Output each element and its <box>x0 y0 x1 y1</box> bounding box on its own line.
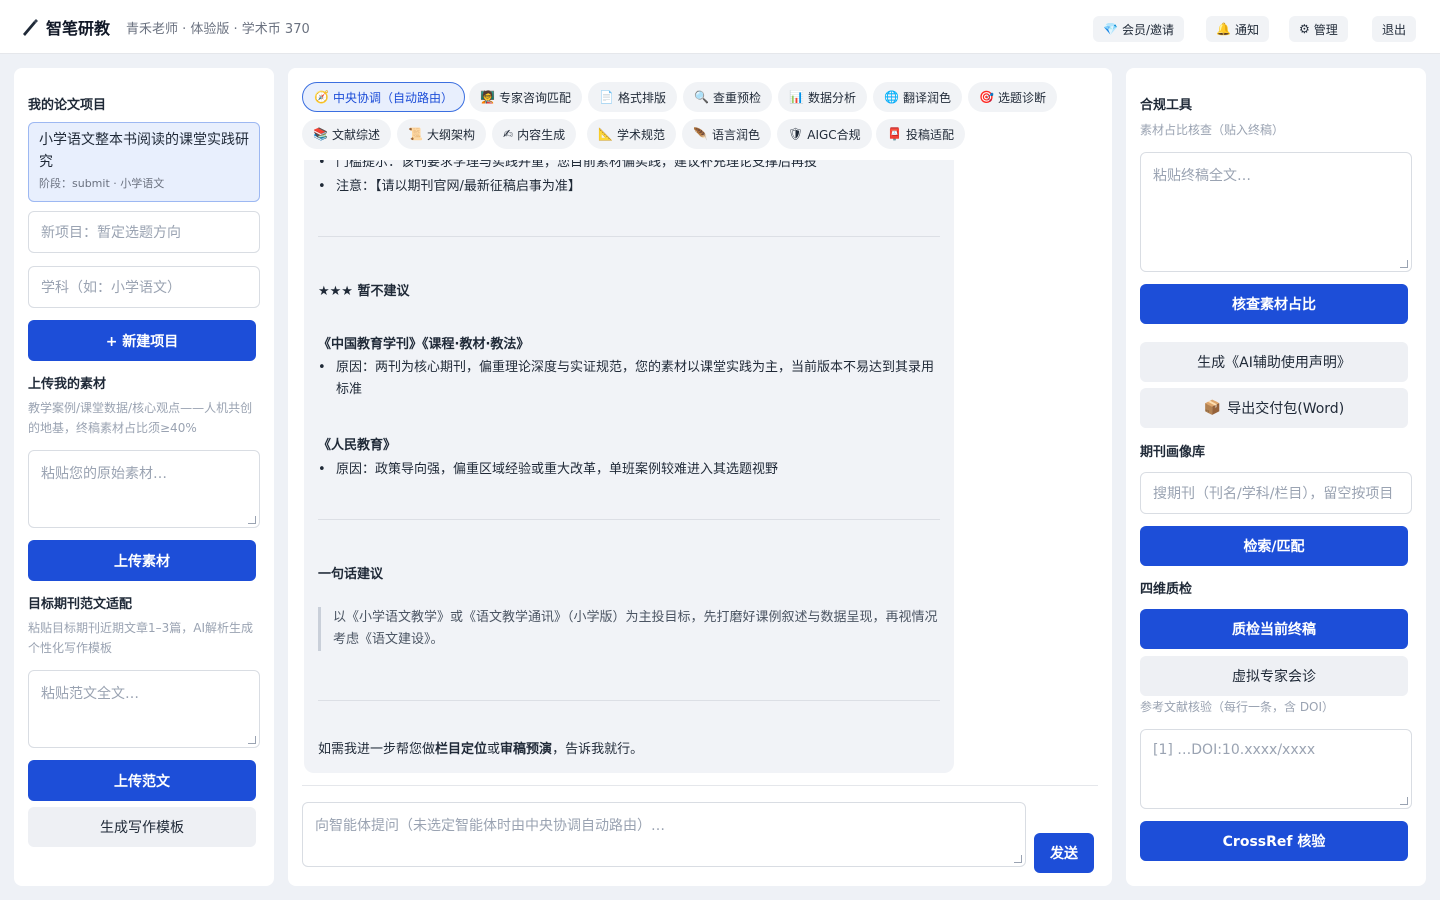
globe-icon: 🌐 <box>884 90 899 104</box>
admin-button[interactable]: ⚙ 管理 <box>1289 16 1348 42</box>
send-button[interactable]: 发送 <box>1034 833 1094 873</box>
magnifier-icon: 🔍 <box>694 90 709 104</box>
upload-description: 教学案例/课堂数据/核心观点——人机共创的地基，终稿素材占比须≥40% <box>28 401 253 435</box>
top-bar: 智笔研教 青禾老师 · 体验版 · 学术币 370 💎 会员/邀请 🔔 通知 ⚙… <box>0 0 1440 54</box>
export-package-button[interactable]: 📦 导出交付包(Word) <box>1140 388 1408 428</box>
follow-up-line: 如需我进一步帮您做栏目定位或审稿预演，告诉我就行。 <box>318 742 644 757</box>
logout-button[interactable]: 退出 <box>1372 16 1417 42</box>
upload-material-button[interactable]: 上传素材 <box>28 540 256 581</box>
tab-data-analysis[interactable]: 📊 数据分析 <box>778 82 867 112</box>
journal-reason-2: 原因：政策导向强，偏重区域经验或重大改革，单班案例较难进入其选题视野 <box>318 459 940 481</box>
summary-quote: 以《小学语文教学》或《语文教学通讯》（小学版）为主投目标，先打磨好课例叙述与数据… <box>318 607 940 651</box>
project-meta: 阶段：submit · 小学语文 <box>39 177 165 190</box>
notifications-button[interactable]: 🔔 通知 <box>1206 16 1269 42</box>
divider <box>318 700 940 701</box>
tab-topic-diagnosis[interactable]: 🎯 选题诊断 <box>968 82 1057 112</box>
compliance-heading: 合规工具 <box>1140 98 1193 113</box>
tab-translation[interactable]: 🌐 翻译润色 <box>873 82 962 112</box>
current-project-card[interactable]: 小学语文整本书阅读的课堂实践研究 阶段：submit · 小学语文 <box>28 122 260 202</box>
left-panel: 我的论文项目 小学语文整本书阅读的课堂实践研究 阶段：submit · 小学语文… <box>14 68 274 886</box>
question-input[interactable]: 向智能体提问（未选定智能体时由中央协调自动路由）… <box>302 802 1026 867</box>
scroll-icon: 📜 <box>408 127 423 141</box>
tab-language-polish[interactable]: 🪶 语言润色 <box>682 119 771 149</box>
journal-search-input[interactable]: 搜期刊（刊名/学科/栏目），留空按项目 <box>1140 472 1412 514</box>
composer-divider <box>302 785 1098 786</box>
new-project-input[interactable]: 新项目：暂定选题方向 <box>28 211 260 253</box>
reference-textarea[interactable]: [1] …DOI:10.xxxx/xxxx <box>1140 729 1412 809</box>
teacher-icon: 🧑‍🏫 <box>480 90 495 104</box>
material-textarea[interactable]: 粘贴您的原始素材… <box>28 450 260 528</box>
summary-heading: 一句话建议 <box>318 567 384 582</box>
project-title: 小学语文整本书阅读的课堂实践研究 <box>39 132 249 170</box>
tab-central-coordination[interactable]: 🧭 中央协调（自动路由） <box>302 82 465 112</box>
target-icon: 🎯 <box>979 90 994 104</box>
tab-submission-fit[interactable]: 📮 投稿适配 <box>876 119 965 149</box>
ruler-icon: 📐 <box>598 127 613 141</box>
projects-heading: 我的论文项目 <box>28 98 107 113</box>
tab-literature-review[interactable]: 📚 文献综述 <box>302 119 391 149</box>
note-line: 注意：【请以期刊官网/最新征稿启事为准】 <box>318 176 940 198</box>
divider <box>318 519 940 520</box>
threshold-hint: 门槛提示：该刊要求学理与实践并重，您目前素材偏实践，建议补充理论支撑后再投 <box>318 158 940 174</box>
ai-statement-button[interactable]: 生成《AI辅助使用声明》 <box>1140 342 1408 382</box>
gear-icon: ⚙ <box>1299 22 1310 36</box>
vip-invite-button[interactable]: 💎 会员/邀请 <box>1093 16 1184 42</box>
postbox-icon: 📮 <box>887 127 902 141</box>
chat-panel: 门槛提示：该刊要求学理与实践并重，您目前素材偏实践，建议补充理论支撑后再投 注意… <box>288 68 1112 886</box>
journal-title-1: 《中国教育学刊》《课程·教材·教法》 <box>318 337 530 352</box>
pen-icon <box>23 19 38 36</box>
target-journal-description: 粘贴目标期刊近期文章1–3篇，AI解析生成个性化写作模板 <box>28 621 254 655</box>
assistant-message: 门槛提示：该刊要求学理与实践并重，您目前素材偏实践，建议补充理论支撑后再投 注意… <box>304 158 954 773</box>
tab-plagiarism-check[interactable]: 🔍 查重预检 <box>683 82 772 112</box>
books-icon: 📚 <box>313 127 328 141</box>
tab-expert-match[interactable]: 🧑‍🏫 专家咨询匹配 <box>469 82 582 112</box>
tab-outline[interactable]: 📜 大纲架构 <box>397 119 486 149</box>
compass-icon: 🧭 <box>314 90 329 104</box>
journal-title-2: 《人民教育》 <box>318 438 397 453</box>
user-info: 青禾老师 · 体验版 · 学术币 370 <box>126 22 310 37</box>
target-journal-heading: 目标期刊范文适配 <box>28 597 133 612</box>
search-match-button[interactable]: 检索/匹配 <box>1140 526 1408 566</box>
tab-aigc-compliance[interactable]: 🛡 AIGC合规 <box>777 119 872 149</box>
brand: 智笔研教 <box>20 15 110 39</box>
quality-check-button[interactable]: 质检当前终稿 <box>1140 609 1408 649</box>
upload-heading: 上传我的素材 <box>28 377 107 392</box>
tab-content-generation[interactable]: ✍ 内容生成 <box>492 119 577 149</box>
quality-check-heading: 四维质检 <box>1140 582 1193 597</box>
final-draft-textarea[interactable]: 粘贴终稿全文… <box>1140 152 1412 272</box>
diamond-icon: 💎 <box>1103 22 1118 36</box>
subject-input[interactable]: 学科（如：小学语文） <box>28 266 260 308</box>
sample-textarea[interactable]: 粘贴范文全文… <box>28 670 260 748</box>
virtual-expert-button[interactable]: 虚拟专家会诊 <box>1140 656 1408 696</box>
shield-icon: 🛡 <box>788 127 804 141</box>
bell-icon: 🔔 <box>1216 22 1231 36</box>
package-icon: 📦 <box>1203 400 1222 416</box>
right-panel: 合规工具 素材占比核查（贴入终稿） 粘贴终稿全文… 核查素材占比 生成《AI辅助… <box>1126 68 1426 886</box>
crossref-verify-button[interactable]: CrossRef 核验 <box>1140 821 1408 861</box>
document-icon: 📄 <box>599 90 614 104</box>
brand-title: 智笔研教 <box>46 19 111 38</box>
reference-description: 参考文献核验（每行一条，含 DOI） <box>1140 700 1335 714</box>
journal-library-heading: 期刊画像库 <box>1140 445 1206 460</box>
writing-hand-icon: ✍ <box>503 127 514 141</box>
generate-template-button[interactable]: 生成写作模板 <box>28 807 256 847</box>
check-material-ratio-button[interactable]: 核查素材占比 <box>1140 284 1408 324</box>
tab-academic-norms[interactable]: 📐 学术规范 <box>587 119 676 149</box>
new-project-button[interactable]: + 新建项目 <box>28 320 256 361</box>
upload-sample-button[interactable]: 上传范文 <box>28 760 256 801</box>
compliance-description: 素材占比核查（贴入终稿） <box>1140 123 1285 137</box>
section-heading: ★★★ 暂不建议 <box>318 284 410 299</box>
bar-chart-icon: 📊 <box>789 90 804 104</box>
divider <box>318 236 940 237</box>
tab-formatting[interactable]: 📄 格式排版 <box>588 82 677 112</box>
feather-icon: 🪶 <box>693 127 708 141</box>
journal-reason-1: 原因：两刊为核心期刊，偏重理论深度与实证规范，您的素材以课堂实践为主，当前版本不… <box>318 357 940 401</box>
